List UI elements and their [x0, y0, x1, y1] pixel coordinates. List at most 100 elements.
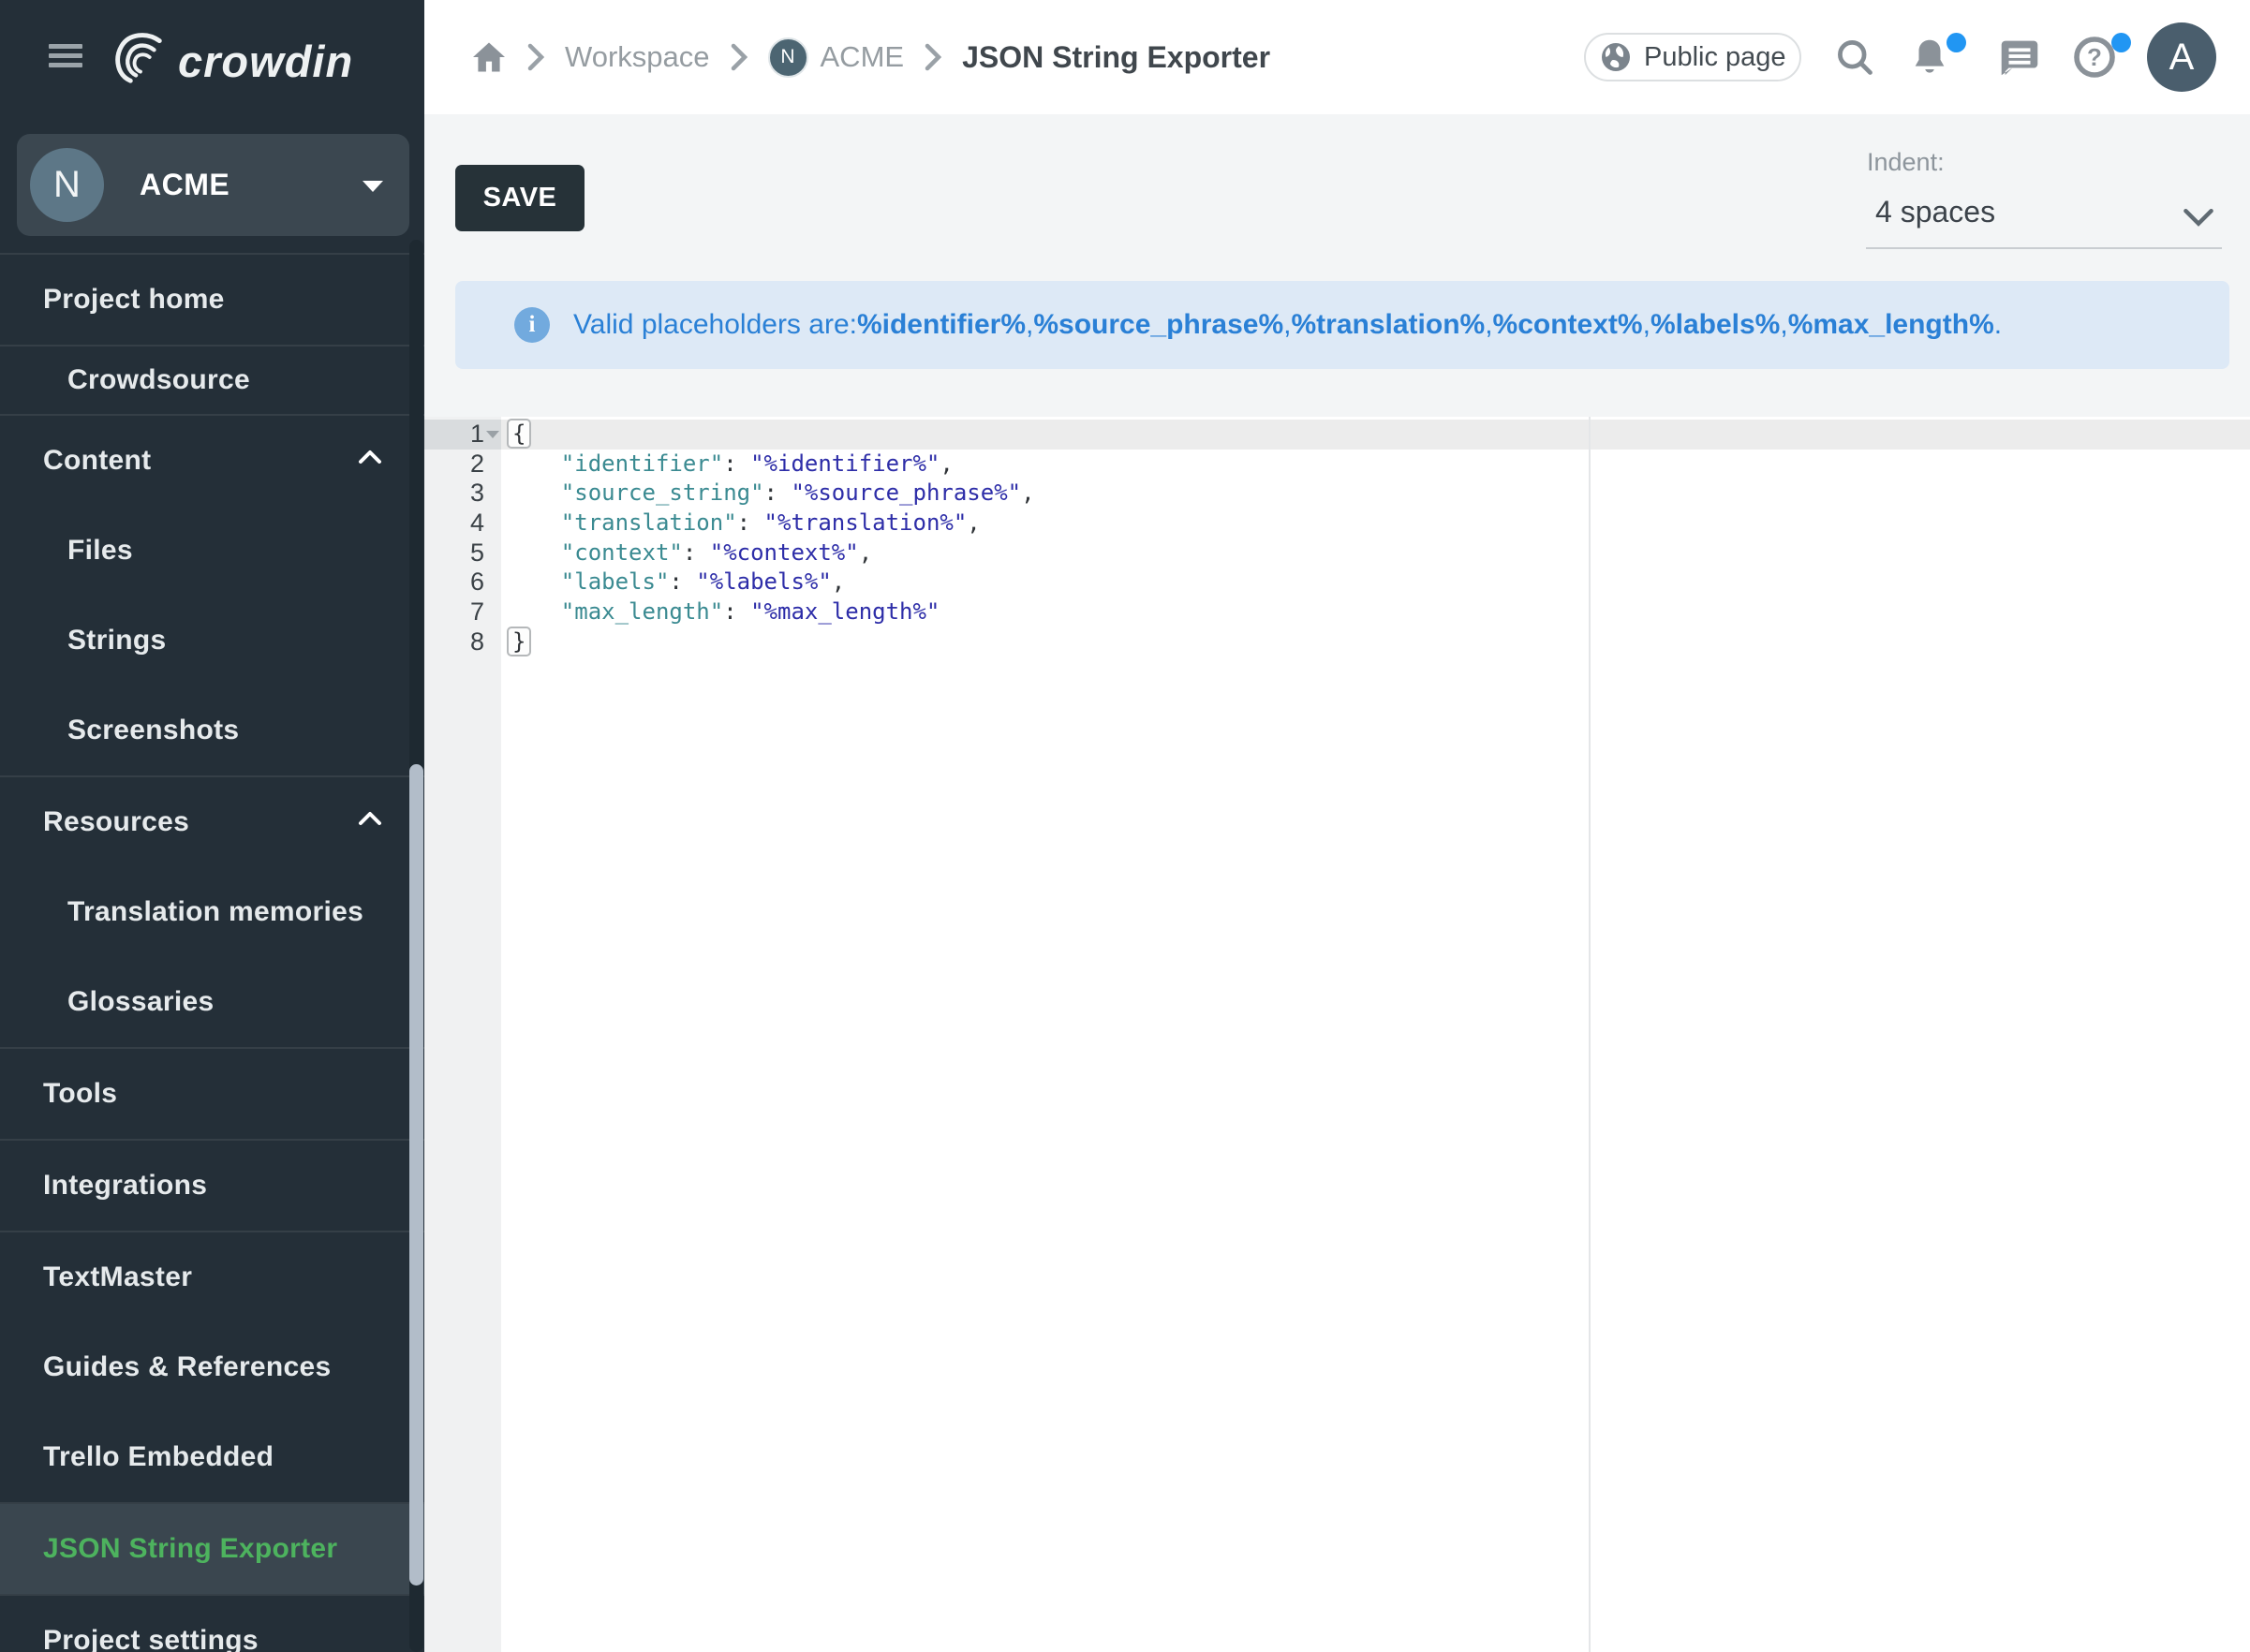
code-key: "identifier" [561, 450, 723, 477]
code-line-7: "max_length": "%max_length%" [501, 597, 2250, 627]
gutter-line-number[interactable]: 4 [424, 509, 501, 538]
code-indent [507, 568, 561, 595]
indent-select[interactable]: 4 spaces [1866, 189, 2222, 249]
org-name: ACME [140, 168, 229, 202]
crowdin-logo-icon [111, 30, 169, 93]
breadcrumb-project[interactable]: N ACME [768, 37, 905, 78]
sidebar-item-project-home[interactable]: Project home [0, 255, 424, 345]
gutter-line-number[interactable]: 6 [424, 568, 501, 597]
gutter-line-number[interactable]: 7 [424, 597, 501, 627]
crowdin-wordmark: crowdin [178, 36, 353, 87]
sidebar-item-integrations[interactable]: Integrations [0, 1141, 424, 1231]
gutter-line-number[interactable]: 5 [424, 538, 501, 568]
gutter-line-number[interactable]: 1 [424, 420, 501, 450]
org-switcher[interactable]: N ACME [17, 134, 409, 236]
sidebar-item-crowdsource[interactable]: Crowdsource [0, 347, 424, 414]
sidebar-item-label: Trello Embedded [43, 1441, 274, 1473]
code-indent [507, 539, 561, 566]
gutter-line-number[interactable]: 2 [424, 450, 501, 479]
sidebar-item-label: Project settings [43, 1625, 259, 1652]
hamburger-menu-icon[interactable] [49, 44, 82, 70]
breadcrumb-separator-icon [526, 43, 545, 71]
sidebar-menu: Project home Crowdsource Content Files Strin… [0, 253, 424, 1652]
code-line-1: { [501, 420, 2250, 450]
editor-code-area[interactable]: { "identifier": "%identifier%", "source_… [501, 417, 2250, 657]
sidebar-item-label: Glossaries [67, 986, 214, 1018]
sidebar-item-label: Integrations [43, 1170, 207, 1202]
indent-label: Indent: [1867, 148, 1945, 177]
code-line-8: } [501, 627, 2250, 657]
code-key: "context" [561, 539, 683, 566]
sidebar-item-strings[interactable]: Strings [0, 596, 424, 686]
fold-icon[interactable] [486, 431, 499, 438]
code-punct: : [723, 598, 750, 625]
indent-selected-value: 4 spaces [1875, 195, 1995, 229]
sidebar-item-textmaster[interactable]: TextMaster [0, 1232, 424, 1322]
code-value: "%max_length%" [750, 598, 940, 625]
sidebar-item-json-string-exporter[interactable]: JSON String Exporter [0, 1504, 424, 1594]
public-page-label: Public page [1644, 42, 1786, 73]
search-icon[interactable] [1827, 29, 1883, 85]
sidebar-item-label: Screenshots [67, 715, 239, 746]
sidebar-item-label: TextMaster [43, 1261, 192, 1293]
save-button[interactable]: SAVE [455, 165, 585, 231]
code-line-4: "translation": "%translation%", [501, 509, 2250, 538]
code-indent [507, 509, 561, 536]
editor-gutter: 12345678 [424, 417, 501, 1652]
sidebar-header: crowdin [0, 0, 424, 114]
sidebar-item-tools[interactable]: Tools [0, 1049, 424, 1139]
breadcrumb-separator-icon [924, 43, 942, 71]
sidebar-item-glossaries[interactable]: Glossaries [0, 957, 424, 1047]
chat-icon[interactable] [1991, 29, 2048, 85]
svg-text:?: ? [2087, 43, 2102, 71]
code-line-5: "context": "%context%", [501, 538, 2250, 568]
code-value: "%translation%" [764, 509, 968, 536]
code-punct: : [737, 509, 764, 536]
code-punct: : [723, 450, 750, 477]
chevron-down-icon [363, 181, 383, 192]
org-avatar: N [30, 148, 104, 222]
sidebar: crowdin N ACME Project home Crowdsource Co… [0, 0, 424, 1652]
gutter-line-number[interactable]: 8 [424, 627, 501, 657]
chevron-up-icon [358, 446, 382, 470]
code-key: "source_string" [561, 479, 764, 506]
sidebar-item-guides-references[interactable]: Guides & References [0, 1322, 424, 1412]
code-key: "translation" [561, 509, 737, 536]
user-avatar[interactable]: A [2147, 22, 2216, 92]
sidebar-item-project-settings[interactable]: Project settings [0, 1596, 424, 1652]
code-punct: : [669, 568, 696, 595]
public-page-button[interactable]: Public page [1584, 33, 1801, 81]
sidebar-scrollbar-thumb[interactable] [409, 764, 423, 1586]
sidebar-item-label: Tools [43, 1078, 117, 1110]
gutter-line-number[interactable]: 3 [424, 479, 501, 509]
globe-icon [1599, 40, 1633, 74]
code-line-2: "identifier": "%identifier%", [501, 450, 2250, 479]
sidebar-item-label: Files [67, 535, 133, 567]
code-value: "%context%" [710, 539, 859, 566]
code-indent [507, 450, 561, 477]
sidebar-item-content[interactable]: Content [0, 416, 424, 506]
sidebar-item-files[interactable]: Files [0, 506, 424, 596]
bracket-highlight: } [507, 627, 531, 656]
main-content: SAVE Indent: 4 spaces i Valid placeholde… [424, 114, 2250, 1652]
home-icon[interactable] [471, 41, 507, 73]
sidebar-item-label: JSON String Exporter [43, 1533, 337, 1565]
sidebar-item-label: Crowdsource [67, 364, 250, 396]
code-indent [507, 598, 561, 625]
code-value: "%source_phrase%" [791, 479, 1021, 506]
code-punct: , [832, 568, 845, 595]
code-key: "max_length" [561, 598, 723, 625]
code-punct: , [940, 450, 953, 477]
sidebar-item-label: Guides & References [43, 1351, 332, 1383]
sidebar-item-screenshots[interactable]: Screenshots [0, 686, 424, 775]
sidebar-item-resources[interactable]: Resources [0, 777, 424, 867]
sidebar-item-trello-embedded[interactable]: Trello Embedded [0, 1412, 424, 1502]
code-editor[interactable]: 12345678 { "identifier": "%identifier%",… [424, 417, 2250, 1652]
breadcrumb: Workspace N ACME JSON String Exporter [471, 0, 1270, 114]
code-punct: , [859, 539, 872, 566]
sidebar-item-translation-memories[interactable]: Translation memories [0, 867, 424, 957]
crowdin-logo[interactable]: crowdin [111, 30, 353, 93]
code-value: "%identifier%" [750, 450, 940, 477]
info-banner: i Valid placeholders are: %identifier%, … [455, 281, 2229, 369]
breadcrumb-workspace[interactable]: Workspace [565, 40, 710, 74]
